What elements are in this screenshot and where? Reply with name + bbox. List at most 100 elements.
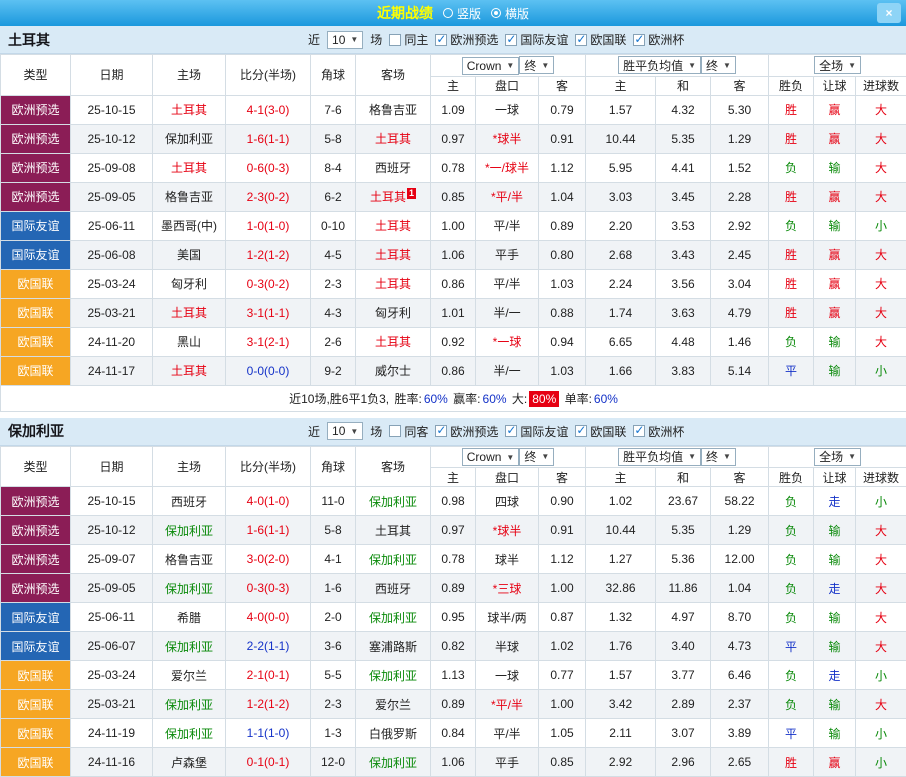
summary-part: 赢率:: [450, 392, 481, 406]
checkbox-label: 欧洲杯: [648, 423, 684, 440]
chevron-down-icon: ▼: [506, 453, 514, 462]
avg-odds-draw: 3.45: [656, 182, 711, 211]
col-header: 角球: [311, 446, 356, 487]
avg-final-select[interactable]: 终▼: [701, 56, 736, 74]
odds-final-select[interactable]: 终▼: [519, 448, 554, 466]
chevron-down-icon: ▼: [350, 427, 358, 436]
avg-select[interactable]: 胜平负均值▼: [618, 56, 701, 74]
result-goals: 小: [856, 487, 906, 516]
result-handicap: 赢: [814, 95, 856, 124]
score: 2-1(0-1): [226, 661, 311, 690]
competition-type: 国际友谊: [1, 240, 71, 269]
scope-select[interactable]: 全场▼: [814, 56, 861, 74]
match-row: 欧国联25-03-21保加利亚1-2(1-2)2-3爱尔兰0.89*平/半1.0…: [1, 690, 906, 719]
sub-col-header: 让球: [814, 468, 856, 487]
odds-final-select[interactable]: 终▼: [519, 56, 554, 74]
match-date: 25-10-15: [71, 487, 153, 516]
handicap-odds-home: 1.06: [431, 748, 476, 777]
recent-count-select[interactable]: 10▼: [327, 31, 363, 49]
match-row: 欧国联25-03-21土耳其3-1(1-1)4-3匈牙利1.01半/一0.881…: [1, 298, 906, 327]
handicap-line: 一球: [476, 661, 539, 690]
filter-checkbox-item[interactable]: 欧洲杯: [633, 31, 684, 48]
dialog-title: 近期战绩: [377, 3, 433, 23]
competition-type: 欧国联: [1, 661, 71, 690]
handicap-odds-home: 0.97: [431, 124, 476, 153]
result-goals: 小: [856, 211, 906, 240]
home-team: 保加利亚: [153, 124, 226, 153]
checkbox-checked-icon[interactable]: [575, 34, 587, 46]
layout-radio-vertical[interactable]: 竖版: [443, 5, 481, 22]
close-button[interactable]: ×: [877, 3, 901, 23]
scope-select-value: 全场: [819, 57, 843, 74]
match-row: 欧国联25-03-24爱尔兰2-1(0-1)5-5保加利亚1.13一球0.771…: [1, 661, 906, 690]
score: 4-0(1-0): [226, 487, 311, 516]
away-team: 保加利亚: [356, 545, 431, 574]
filter-checkbox-item[interactable]: 国际友谊: [505, 31, 568, 48]
filter-checkbox-item[interactable]: 同客: [389, 423, 428, 440]
handicap-odds-home: 1.00: [431, 211, 476, 240]
match-date: 25-06-11: [71, 211, 153, 240]
handicap-odds-home: 0.78: [431, 545, 476, 574]
team-name: 土耳其: [8, 30, 308, 50]
radio-unselected-icon[interactable]: [443, 8, 453, 18]
filter-checkbox-item[interactable]: 欧洲预选: [435, 31, 498, 48]
sub-col-header: 进球数: [856, 468, 906, 487]
result-goals: 大: [856, 269, 906, 298]
matches-label: 场: [370, 31, 382, 48]
avg-odds-draw: 3.83: [656, 356, 711, 385]
avg-final-select[interactable]: 终▼: [701, 448, 736, 466]
handicap-odds-away: 0.91: [539, 516, 586, 545]
checkbox-checked-icon[interactable]: [633, 425, 645, 437]
avg-odds-home: 3.42: [586, 690, 656, 719]
result-handicap: 赢: [814, 748, 856, 777]
filter-checkbox-item[interactable]: 欧洲预选: [435, 423, 498, 440]
avg-group-header: 胜平负均值▼终▼: [586, 55, 769, 77]
avg-select[interactable]: 胜平负均值▼: [618, 448, 701, 466]
checkbox-checked-icon[interactable]: [435, 425, 447, 437]
filter-checkbox-item[interactable]: 同主: [389, 31, 428, 48]
checkbox-checked-icon[interactable]: [435, 34, 447, 46]
handicap-odds-away: 1.02: [539, 632, 586, 661]
filter-bar: 近10▼场同主欧洲预选国际友谊欧国联欧洲杯: [308, 31, 684, 49]
checkbox-unchecked-icon[interactable]: [389, 425, 401, 437]
filter-checkbox-item[interactable]: 欧洲杯: [633, 423, 684, 440]
sub-col-header: 主: [431, 76, 476, 95]
recent-count-select[interactable]: 10▼: [327, 422, 363, 440]
checkbox-unchecked-icon[interactable]: [389, 34, 401, 46]
layout-radio-horizontal[interactable]: 横版: [491, 5, 529, 22]
checkbox-checked-icon[interactable]: [633, 34, 645, 46]
sub-col-header: 盘口: [476, 468, 539, 487]
col-header: 类型: [1, 446, 71, 487]
competition-type: 欧洲预选: [1, 182, 71, 211]
avg-odds-away: 2.37: [711, 690, 769, 719]
result-outcome: 负: [769, 690, 814, 719]
checkbox-label: 欧洲预选: [450, 31, 498, 48]
checkbox-checked-icon[interactable]: [505, 34, 517, 46]
avg-odds-home: 2.11: [586, 719, 656, 748]
bookmaker-select[interactable]: Crown▼: [462, 57, 520, 75]
avg-odds-away: 8.70: [711, 603, 769, 632]
result-outcome: 平: [769, 632, 814, 661]
avg-odds-away: 4.73: [711, 632, 769, 661]
avg-odds-draw: 4.48: [656, 327, 711, 356]
checkbox-checked-icon[interactable]: [505, 425, 517, 437]
radio-selected-icon[interactable]: [491, 8, 501, 18]
competition-type: 国际友谊: [1, 603, 71, 632]
sub-col-header: 盘口: [476, 76, 539, 95]
avg-odds-draw: 4.32: [656, 95, 711, 124]
handicap-odds-home: 0.85: [431, 182, 476, 211]
avg-odds-draw: 4.97: [656, 603, 711, 632]
filter-checkbox-item[interactable]: 欧国联: [575, 423, 626, 440]
bookmaker-select[interactable]: Crown▼: [462, 448, 520, 466]
away-team: 塞浦路斯: [356, 632, 431, 661]
scope-select-value: 全场: [819, 448, 843, 465]
checkbox-label: 同客: [404, 423, 428, 440]
scope-group-header: 全场▼: [769, 446, 906, 468]
result-goals: 大: [856, 545, 906, 574]
checkbox-checked-icon[interactable]: [575, 425, 587, 437]
scope-select[interactable]: 全场▼: [814, 448, 861, 466]
filter-checkbox-item[interactable]: 欧国联: [575, 31, 626, 48]
result-handicap: 赢: [814, 124, 856, 153]
avg-select-value: 胜平负均值: [623, 448, 683, 465]
filter-checkbox-item[interactable]: 国际友谊: [505, 423, 568, 440]
